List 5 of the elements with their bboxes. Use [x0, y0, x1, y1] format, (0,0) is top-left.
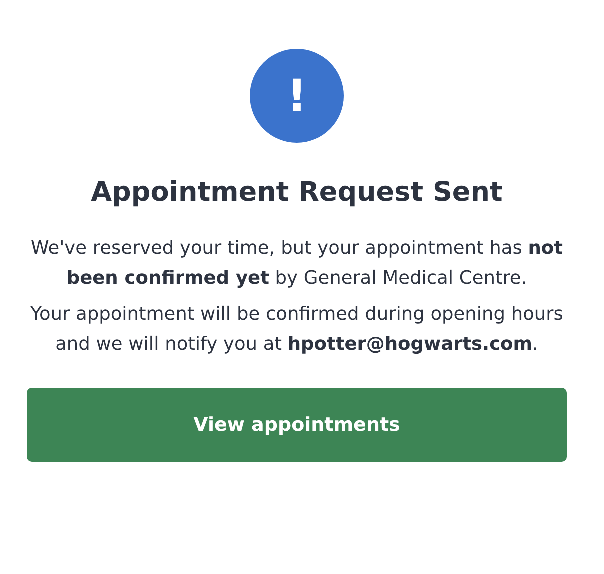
- message-text: We've reserved your time, but your appointment has not been confirmed yet by General Medical Centre.: [30, 237, 564, 291]
- view-appointments-button[interactable]: View appointments: [27, 388, 567, 462]
- alert-icon: !: [250, 49, 344, 143]
- dialog-title: Appointment Request Sent: [91, 177, 503, 208]
- message-text: Your appointment will be confirmed during opening hours and we will notify you at hpotter@hogwarts.com.: [30, 303, 564, 357]
